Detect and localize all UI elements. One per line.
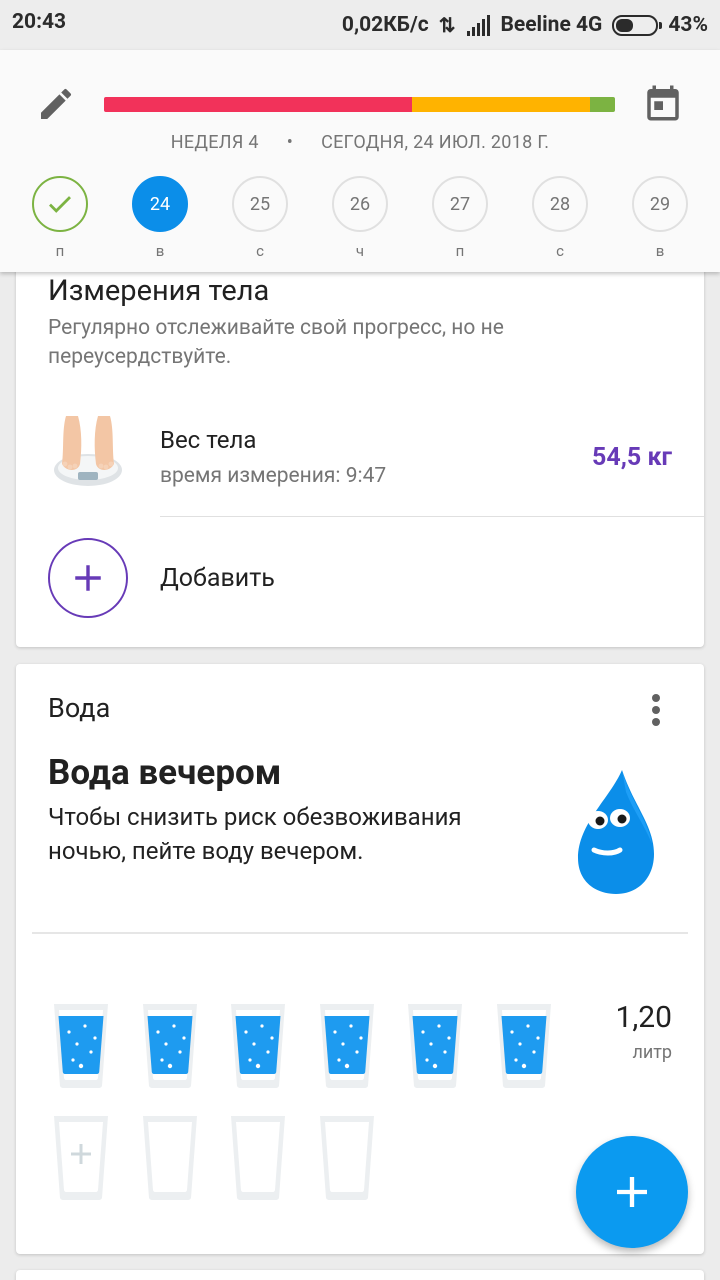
divider	[32, 932, 688, 934]
weight-time: время измерения: 9:47	[160, 464, 387, 488]
add-measurement-button[interactable]	[48, 538, 128, 618]
day-circle[interactable]	[32, 176, 88, 232]
water-glass-filled[interactable]	[318, 1002, 376, 1090]
scale-feet-image	[54, 416, 122, 486]
water-drop-mascot-icon	[578, 770, 654, 894]
day-circle[interactable]: 28	[532, 176, 588, 232]
week-info: НЕДЕЛЯ 4 • СЕГОДНЯ, 24 ИЮЛ. 2018 Г.	[0, 132, 720, 153]
water-glass-filled[interactable]	[406, 1002, 464, 1090]
status-bar: 20:43 0,02КБ/с ⇅ Beeline 4G 43%	[0, 0, 720, 50]
water-glass-empty[interactable]	[229, 1114, 287, 1202]
week-header: НЕДЕЛЯ 4 • СЕГОДНЯ, 24 ИЮЛ. 2018 Г. п 24 в…	[0, 50, 720, 272]
next-card	[16, 1270, 704, 1280]
weekly-progress-bar	[104, 97, 615, 112]
day-circle[interactable]: 26	[332, 176, 388, 232]
day-item[interactable]: 26 ч	[332, 176, 388, 266]
card-title: Вода	[48, 692, 111, 724]
day-label: ч	[355, 242, 365, 260]
day-item[interactable]: 28 с	[532, 176, 588, 266]
pencil-icon[interactable]	[36, 84, 76, 124]
battery-icon	[612, 14, 663, 36]
day-item[interactable]: 24 в	[132, 176, 188, 266]
progress-segment	[411, 97, 591, 112]
water-glass-empty[interactable]	[318, 1114, 376, 1202]
day-circle[interactable]: 29	[632, 176, 688, 232]
day-item[interactable]: 29 в	[632, 176, 688, 266]
status-time: 20:43	[12, 10, 67, 34]
week-label: НЕДЕЛЯ 4	[170, 132, 259, 153]
tip-text: Чтобы снизить риск обезвоживания ночью, …	[48, 803, 462, 865]
separator-dot: •	[286, 132, 294, 153]
day-label: п	[455, 242, 465, 260]
weight-title: Вес тела	[160, 426, 257, 454]
add-measurement-label[interactable]: Добавить	[160, 564, 275, 593]
day-selector: п 24 в 25 с 26 ч 27 п 28 с 29 в	[0, 176, 720, 266]
progress-segment	[590, 97, 615, 112]
day-label: с	[256, 242, 264, 260]
divider	[160, 516, 704, 517]
day-circle[interactable]: 25	[232, 176, 288, 232]
plus-icon	[75, 565, 101, 591]
water-glass-filled[interactable]	[229, 1002, 287, 1090]
status-right: 0,02КБ/с ⇅ Beeline 4G 43%	[332, 10, 708, 40]
day-circle[interactable]: 27	[432, 176, 488, 232]
day-label: в	[155, 242, 165, 260]
day-label: в	[655, 242, 665, 260]
water-glass-empty[interactable]	[141, 1114, 199, 1202]
card-subtitle: Регулярно отслеживайте свой прогресс, но…	[48, 316, 504, 369]
more-options-icon[interactable]	[648, 694, 664, 730]
water-glass-filled[interactable]	[141, 1002, 199, 1090]
water-glass-filled[interactable]	[52, 1002, 110, 1090]
calendar-icon[interactable]	[642, 82, 684, 124]
add-fab-button[interactable]	[576, 1136, 688, 1248]
data-arrows-icon: ⇅	[438, 13, 456, 37]
body-measurements-card: Измерения тела Регулярно отслеживайте св…	[16, 240, 704, 647]
battery-percent: 43%	[668, 13, 708, 37]
weight-value[interactable]: 54,5 кг	[592, 443, 672, 472]
day-item[interactable]: п	[32, 176, 88, 266]
day-label: п	[55, 242, 65, 260]
day-label: с	[556, 242, 564, 260]
water-unit: литр	[632, 1042, 672, 1063]
checkmark-icon	[49, 196, 71, 213]
day-item[interactable]: 27 п	[432, 176, 488, 266]
day-item[interactable]: 25 с	[232, 176, 288, 266]
signal-icon	[465, 14, 491, 36]
carrier-label: Beeline 4G	[500, 13, 603, 37]
water-amount: 1,20	[615, 1000, 672, 1035]
today-label: СЕГОДНЯ, 24 ИЮЛ. 2018 Г.	[321, 132, 550, 153]
network-speed: 0,02КБ/с	[341, 13, 429, 37]
progress-segment	[104, 97, 412, 112]
card-title: Измерения тела	[48, 274, 270, 308]
plus-icon	[617, 1177, 647, 1207]
water-glass-filled[interactable]	[495, 1002, 553, 1090]
water-glass-add[interactable]	[52, 1114, 110, 1202]
tip-title: Вода вечером	[48, 752, 282, 793]
day-circle[interactable]: 24	[132, 176, 188, 232]
